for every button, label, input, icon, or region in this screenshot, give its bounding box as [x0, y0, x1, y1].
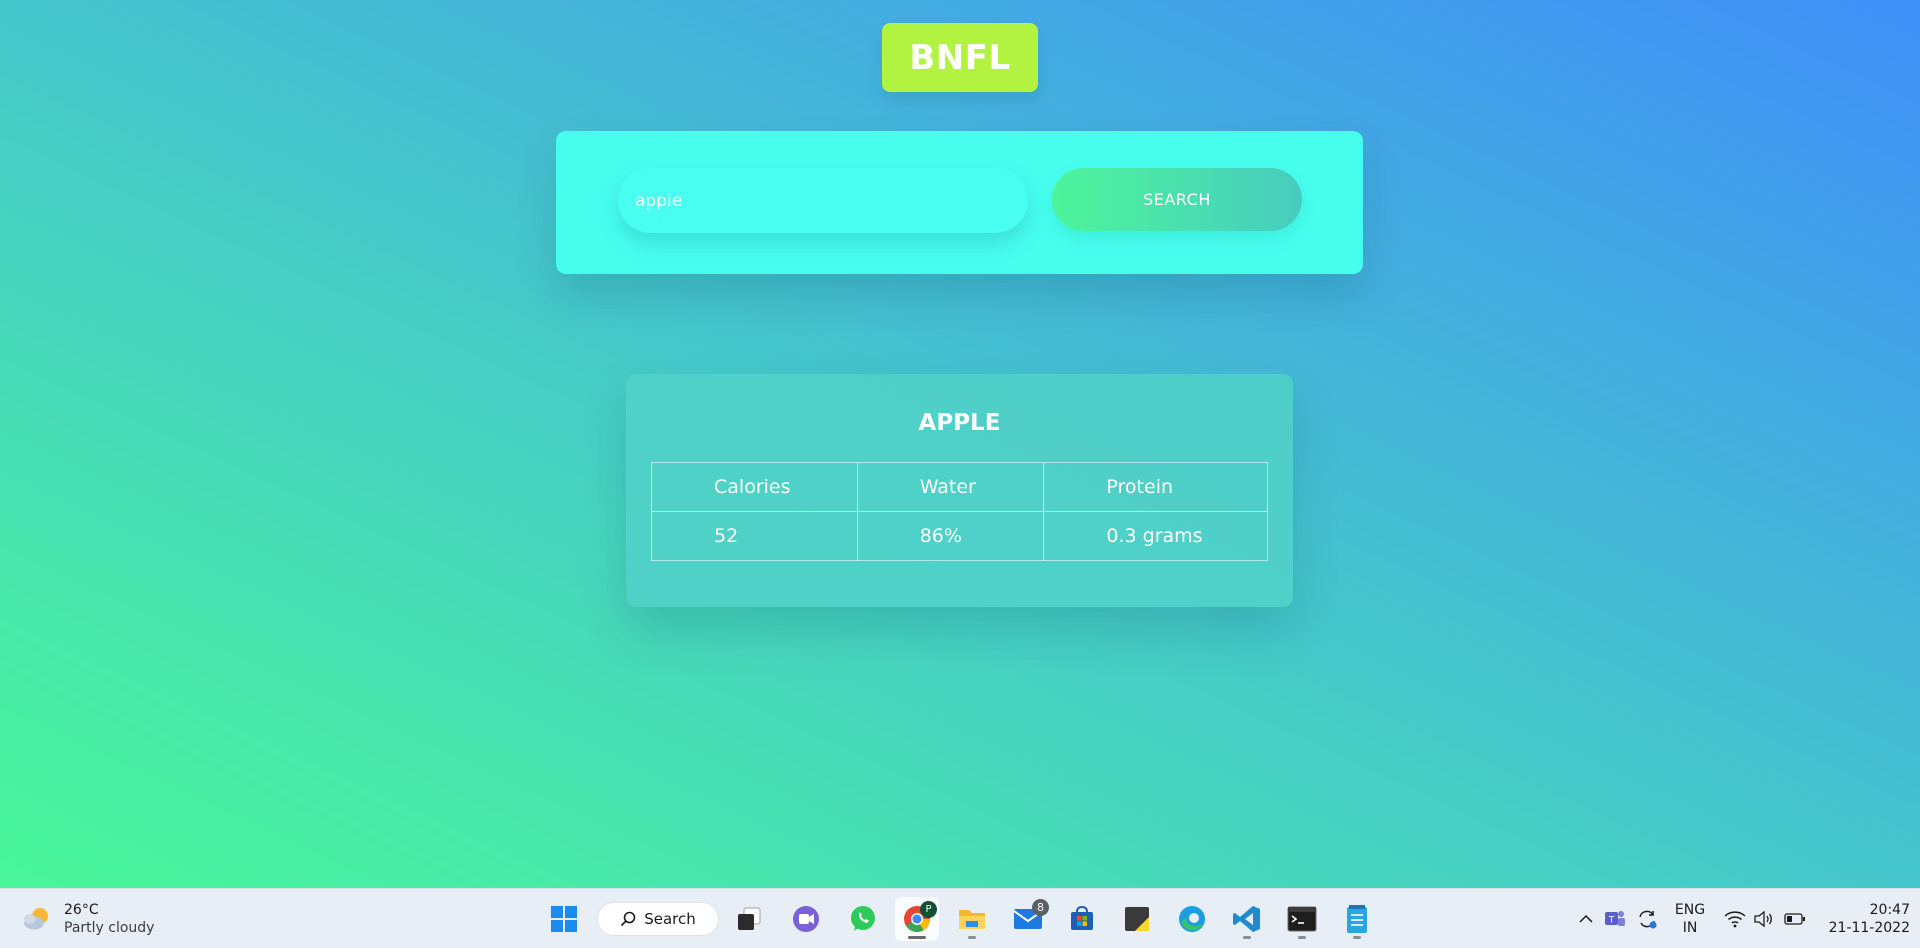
column-header-protein: Protein: [1043, 462, 1268, 512]
clock-time: 20:47: [1869, 902, 1910, 918]
nutrition-table: Calories Water Protein 52 86% 0.3 grams: [651, 462, 1268, 561]
store-icon: [1071, 905, 1093, 930]
task-view-button[interactable]: [727, 897, 771, 941]
terminal-icon: [1287, 906, 1317, 932]
battery-icon: [1784, 913, 1805, 925]
mail-unread-badge: 8: [1032, 899, 1049, 916]
vscode-app[interactable]: [1225, 897, 1269, 941]
running-indicator: [908, 936, 926, 939]
taskbar-search[interactable]: Search: [597, 902, 719, 936]
clock-date: 21-11-2022: [1828, 920, 1910, 936]
partly-cloudy-icon: [24, 908, 48, 930]
sync-tray-button[interactable]: [1635, 907, 1659, 931]
search-input[interactable]: [618, 168, 1028, 233]
notepad-icon: [1347, 905, 1367, 933]
taskbar-search-label: Search: [644, 910, 696, 928]
running-indicator: [1243, 936, 1251, 939]
sync-icon: [1639, 910, 1657, 929]
terminal-app[interactable]: [1280, 897, 1324, 941]
whatsapp-app[interactable]: [841, 897, 885, 941]
column-header-water: Water: [856, 462, 1045, 512]
windows-start-icon: [551, 906, 577, 932]
teams-tray-button[interactable]: T: [1603, 907, 1627, 931]
video-call-app[interactable]: [784, 897, 828, 941]
chrome-app[interactable]: P: [895, 897, 939, 941]
wifi-icon: [1724, 911, 1746, 928]
table-row: 52 86% 0.3 grams: [651, 511, 1268, 561]
search-panel: SEARCH: [556, 131, 1363, 274]
wifi-button[interactable]: [1723, 907, 1747, 931]
store-app[interactable]: [1060, 897, 1104, 941]
protein-value: 0.3 grams: [1043, 511, 1268, 561]
weather-description: Partly cloudy: [64, 920, 155, 936]
search-button[interactable]: SEARCH: [1052, 168, 1302, 231]
battery-button[interactable]: [1783, 907, 1807, 931]
mail-app[interactable]: 8: [1006, 897, 1050, 941]
sticky-notes-icon: [1125, 907, 1149, 931]
brand-logo: BNFL: [882, 23, 1038, 92]
weather-widget[interactable]: 26°C Partly cloudy: [20, 899, 154, 939]
running-indicator: [1298, 936, 1306, 939]
file-explorer-app[interactable]: [950, 897, 994, 941]
speaker-icon: [1754, 910, 1772, 928]
show-hidden-icons-button[interactable]: [1574, 907, 1598, 931]
search-icon: [621, 911, 636, 927]
result-title: APPLE: [918, 410, 1001, 436]
task-view-icon: [738, 907, 761, 930]
region-code: IN: [1682, 920, 1698, 936]
edge-app[interactable]: [1170, 897, 1214, 941]
start-button[interactable]: [542, 897, 586, 941]
result-card: APPLE Calories Water Protein 52 86% 0.3 …: [626, 374, 1293, 607]
input-language[interactable]: ENG IN: [1664, 901, 1716, 937]
teams-icon: T: [1605, 911, 1625, 926]
taskbar: 26°C Partly cloudy Search P 8 T ENG IN 2…: [0, 888, 1920, 948]
chrome-profile-badge: P: [920, 901, 937, 918]
column-header-calories: Calories: [651, 462, 858, 512]
sticky-notes-app[interactable]: [1115, 897, 1159, 941]
video-call-icon: [793, 906, 819, 932]
running-indicator: [968, 936, 976, 939]
page-background: BNFL SEARCH APPLE Calories Water Protein…: [0, 0, 1920, 888]
notepad-app[interactable]: [1335, 897, 1379, 941]
whatsapp-icon: [851, 906, 875, 931]
clock[interactable]: 20:47 21-11-2022: [1812, 901, 1910, 937]
vscode-icon: [1233, 906, 1260, 932]
weather-temperature: 26°C: [64, 902, 99, 918]
running-indicator: [1353, 936, 1361, 939]
folder-icon: [959, 910, 985, 929]
calories-value: 52: [651, 511, 858, 561]
svg-text:T: T: [1608, 916, 1615, 926]
water-value: 86%: [856, 511, 1045, 561]
language-code: ENG: [1674, 902, 1706, 918]
volume-button[interactable]: [1751, 907, 1775, 931]
chevron-up-icon: [1579, 914, 1593, 923]
edge-icon: [1179, 906, 1205, 932]
table-header-row: Calories Water Protein: [651, 462, 1268, 512]
